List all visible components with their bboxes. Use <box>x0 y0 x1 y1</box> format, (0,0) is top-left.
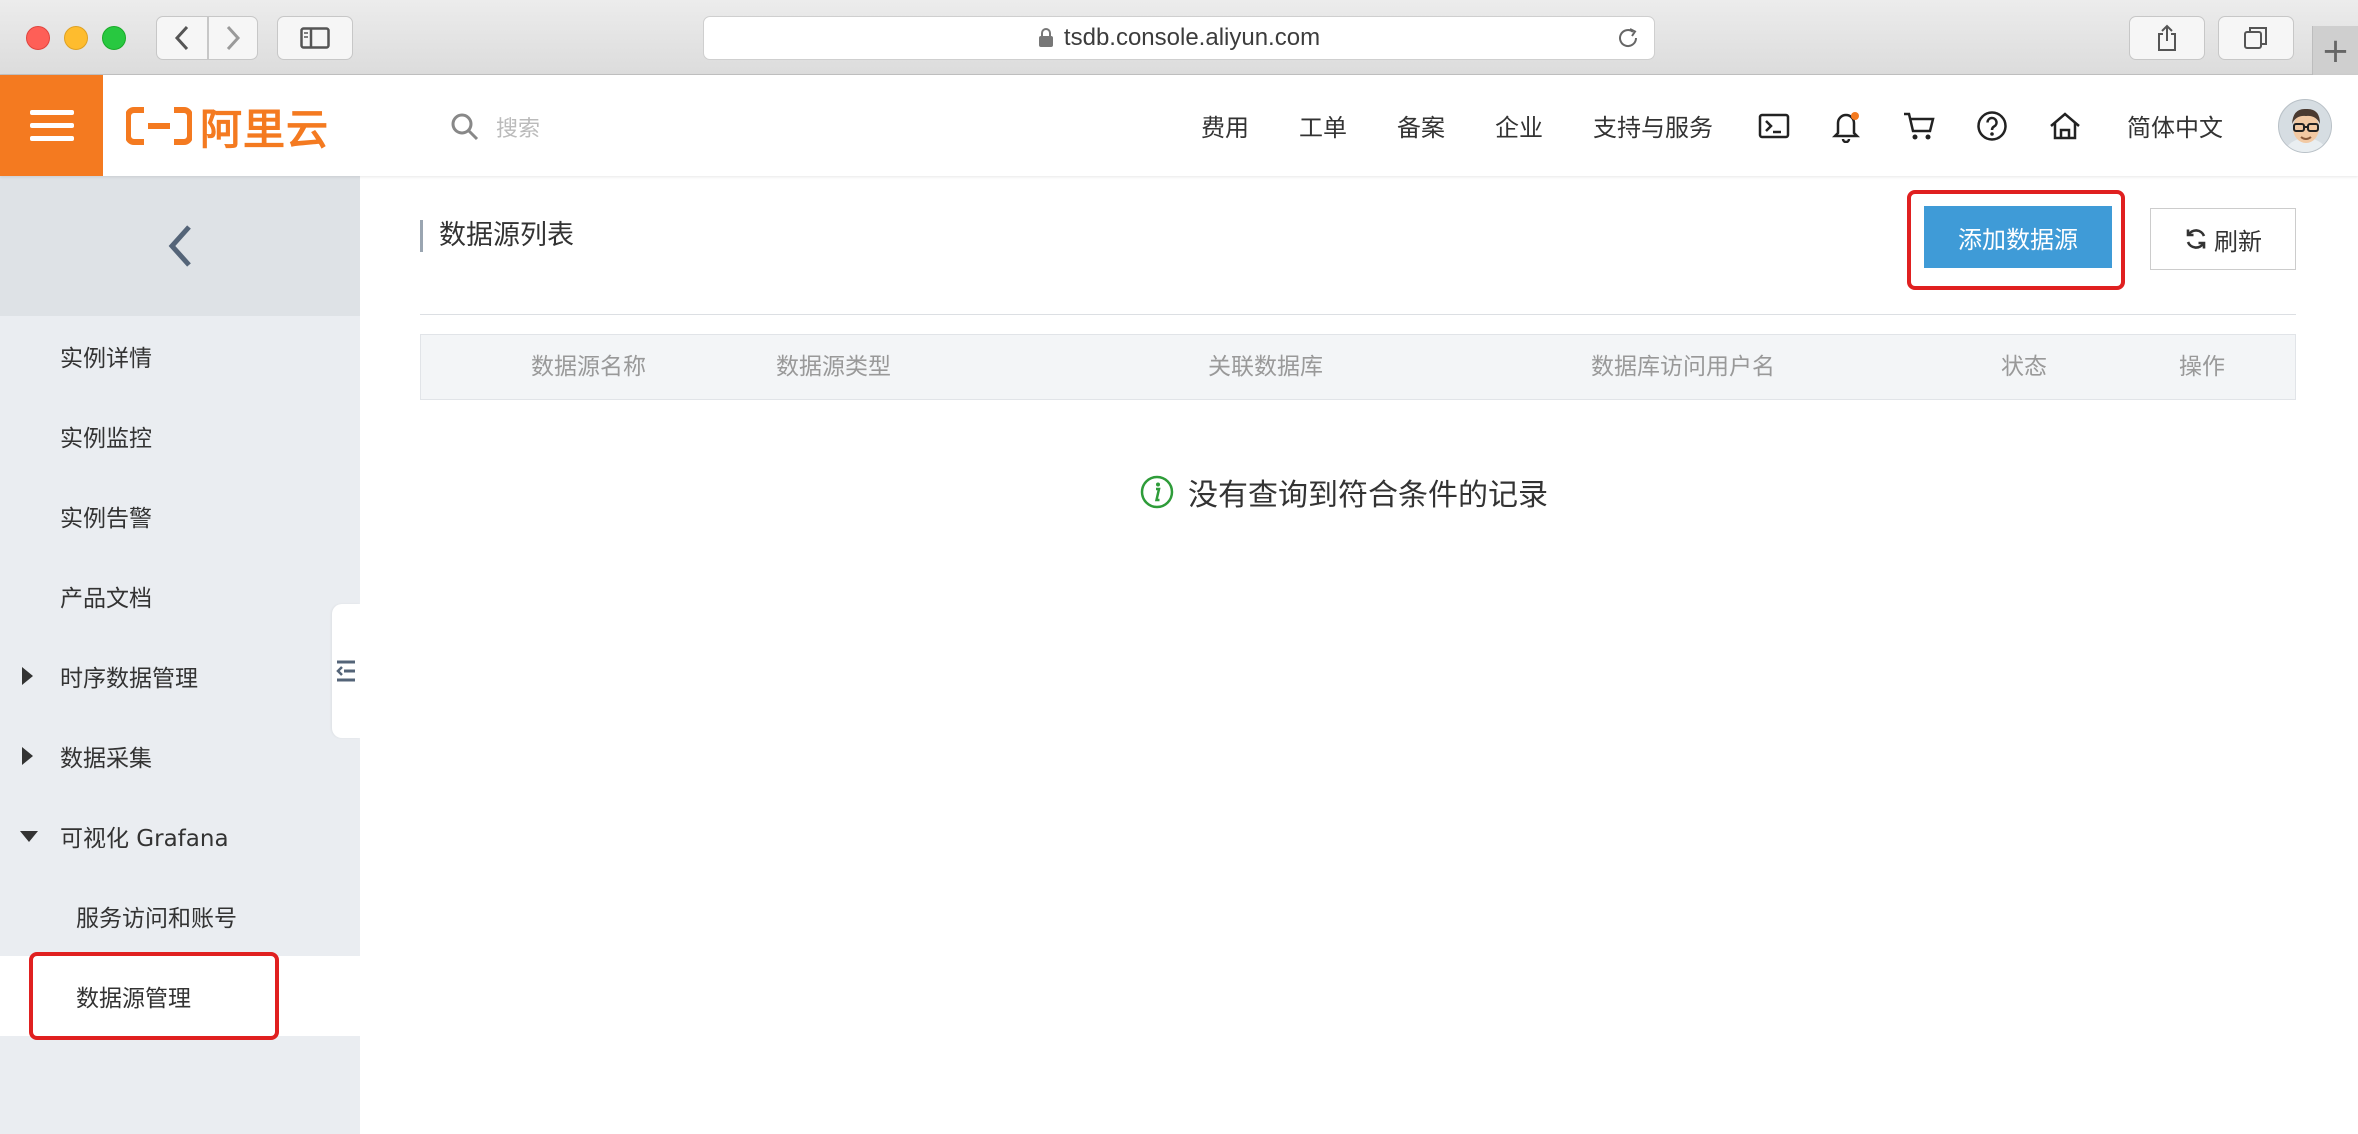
column-header-db-username: 数据库访问用户名 <box>1591 354 1775 380</box>
share-icon <box>2158 24 2176 51</box>
nav-link-tickets[interactable]: 工单 <box>1299 108 1347 143</box>
new-tab-button[interactable]: + <box>2312 26 2358 75</box>
share-button[interactable] <box>2129 16 2205 60</box>
help-icon[interactable] <box>1976 110 2008 142</box>
reload-icon[interactable] <box>1616 26 1640 50</box>
aliyun-logo-icon <box>126 107 192 145</box>
home-icon[interactable] <box>2048 111 2082 141</box>
terminal-icon[interactable] <box>1758 113 1790 139</box>
add-datasource-button[interactable]: 添加数据源 <box>1924 206 2112 268</box>
url-text: tsdb.console.aliyun.com <box>1063 24 1321 51</box>
caret-right-icon <box>22 667 33 685</box>
sidebar-item-grafana[interactable]: 可视化 Grafana <box>0 796 360 876</box>
info-icon <box>1140 475 1174 509</box>
page-title: 数据源列表 <box>420 220 574 252</box>
cart-icon[interactable] <box>1902 111 1936 141</box>
chevron-right-icon <box>226 25 241 51</box>
divider <box>420 314 2296 315</box>
sidebar-item-service-access[interactable]: 服务访问和账号 <box>0 876 360 956</box>
hamburger-icon-line <box>29 110 74 115</box>
caret-right-icon <box>22 747 33 765</box>
sidebar: 实例详情 实例监控 实例告警 产品文档 时序数据管理 数据采集 可视化 Graf… <box>0 176 360 1134</box>
browser-toolbar: tsdb.console.aliyun.com + <box>0 0 2358 75</box>
zoom-window-button[interactable] <box>102 26 126 50</box>
forward-button[interactable] <box>208 16 258 60</box>
hamburger-icon-line <box>29 136 74 141</box>
sidebar-item-label: 可视化 Grafana <box>60 826 229 852</box>
refresh-button-label: 刷新 <box>2214 228 2262 256</box>
table-header: 数据源名称 数据源类型 关联数据库 数据库访问用户名 状态 操作 <box>420 334 2296 400</box>
bell-icon[interactable] <box>1830 109 1862 143</box>
minimize-window-button[interactable] <box>64 26 88 50</box>
chevron-left-icon <box>174 25 189 51</box>
nav-link-support[interactable]: 支持与服务 <box>1593 108 1713 143</box>
main-content: 数据源列表 添加数据源 刷新 数据源名称 数据源类型 关联数据库 数据库访问用户… <box>360 176 2358 1134</box>
sidebar-item-product-docs[interactable]: 产品文档 <box>0 556 360 636</box>
column-header-type: 数据源类型 <box>776 354 891 380</box>
lock-icon <box>1038 28 1053 47</box>
sidebar-item-label: 数据采集 <box>60 746 152 772</box>
highlight-box <box>29 952 279 1040</box>
search-box[interactable]: 搜索 <box>450 105 540 149</box>
caret-down-icon <box>20 830 38 842</box>
top-navigation: 阿里云 搜索 费用 工单 备案 企业 支持与服务 简体中文 <box>0 75 2358 176</box>
chevron-left-icon <box>168 225 191 267</box>
back-button[interactable] <box>156 16 208 60</box>
sidebar-item-label: 实例监控 <box>60 426 152 452</box>
nav-link-enterprise[interactable]: 企业 <box>1495 108 1543 143</box>
sidebar-item-instance-alerts[interactable]: 实例告警 <box>0 476 360 556</box>
column-header-name: 数据源名称 <box>531 354 646 380</box>
sidebar-collapse-button[interactable] <box>0 176 360 316</box>
sidebar-item-instance-details[interactable]: 实例详情 <box>0 316 360 396</box>
address-bar[interactable]: tsdb.console.aliyun.com <box>703 16 1655 60</box>
menu-button[interactable] <box>0 75 103 176</box>
sidebar-item-timeseries-management[interactable]: 时序数据管理 <box>0 636 360 716</box>
column-header-status: 状态 <box>2001 354 2047 380</box>
search-icon <box>451 113 479 141</box>
sidebar-toggle-button[interactable] <box>277 16 353 60</box>
hamburger-icon-line <box>29 123 74 128</box>
logo-text: 阿里云 <box>200 104 330 154</box>
sidebar-item-instance-monitoring[interactable]: 实例监控 <box>0 396 360 476</box>
sidebar-item-label: 实例详情 <box>60 346 152 372</box>
column-header-database: 关联数据库 <box>1208 354 1323 380</box>
refresh-button[interactable]: 刷新 <box>2150 208 2296 270</box>
nav-link-icp[interactable]: 备案 <box>1397 108 1445 143</box>
close-window-button[interactable] <box>26 26 50 50</box>
empty-state: 没有查询到符合条件的记录 <box>1140 470 1548 514</box>
empty-message: 没有查询到符合条件的记录 <box>1188 478 1548 513</box>
search-input[interactable]: 搜索 <box>496 111 540 143</box>
sidebar-icon <box>300 27 330 49</box>
nav-link-fees[interactable]: 费用 <box>1201 108 1249 143</box>
avatar[interactable] <box>2278 98 2332 153</box>
sidebar-item-label: 实例告警 <box>60 506 152 532</box>
top-nav-links: 费用 工单 备案 企业 支持与服务 简体中文 <box>1176 75 2358 176</box>
tabs-icon <box>2244 27 2267 49</box>
sidebar-drag-handle[interactable] <box>332 604 360 738</box>
sidebar-item-label: 产品文档 <box>60 586 152 612</box>
sidebar-item-label: 服务访问和账号 <box>76 906 237 932</box>
refresh-icon <box>2186 229 2206 249</box>
user-avatar-icon <box>2279 99 2331 152</box>
tabs-overview-button[interactable] <box>2218 16 2294 60</box>
sidebar-item-label: 时序数据管理 <box>60 666 198 692</box>
collapse-menu-icon <box>336 660 355 682</box>
sidebar-item-data-collection[interactable]: 数据采集 <box>0 716 360 796</box>
column-header-actions: 操作 <box>2179 354 2225 380</box>
language-selector[interactable]: 简体中文 <box>2127 108 2223 143</box>
aliyun-logo[interactable]: 阿里云 <box>126 99 329 154</box>
